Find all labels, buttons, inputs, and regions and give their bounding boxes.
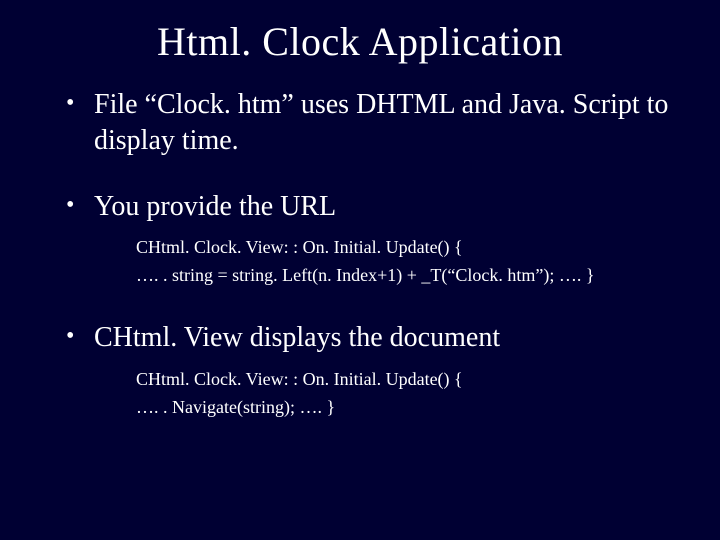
code-line: CHtml. Clock. View: : On. Initial. Updat… [136, 366, 670, 394]
slide-title: Html. Clock Application [40, 18, 680, 65]
bullet-text: You provide the URL [94, 191, 336, 222]
code-line: CHtml. Clock. View: : On. Initial. Updat… [136, 234, 670, 262]
bullet-item: You provide the URL CHtml. Clock. View: … [60, 189, 670, 291]
bullet-list: File “Clock. htm” uses DHTML and Java. S… [40, 87, 680, 422]
bullet-text: CHtml. View displays the document [94, 322, 500, 353]
sub-block: CHtml. Clock. View: : On. Initial. Updat… [94, 366, 670, 422]
code-line: …. . Navigate(string); …. } [136, 394, 670, 422]
bullet-item: File “Clock. htm” uses DHTML and Java. S… [60, 87, 670, 159]
code-line: …. . string = string. Left(n. Index+1) +… [136, 262, 670, 290]
bullet-text: File “Clock. htm” uses DHTML and Java. S… [94, 89, 668, 156]
bullet-item: CHtml. View displays the document CHtml.… [60, 320, 670, 422]
slide: Html. Clock Application File “Clock. htm… [0, 0, 720, 540]
sub-block: CHtml. Clock. View: : On. Initial. Updat… [94, 234, 670, 290]
